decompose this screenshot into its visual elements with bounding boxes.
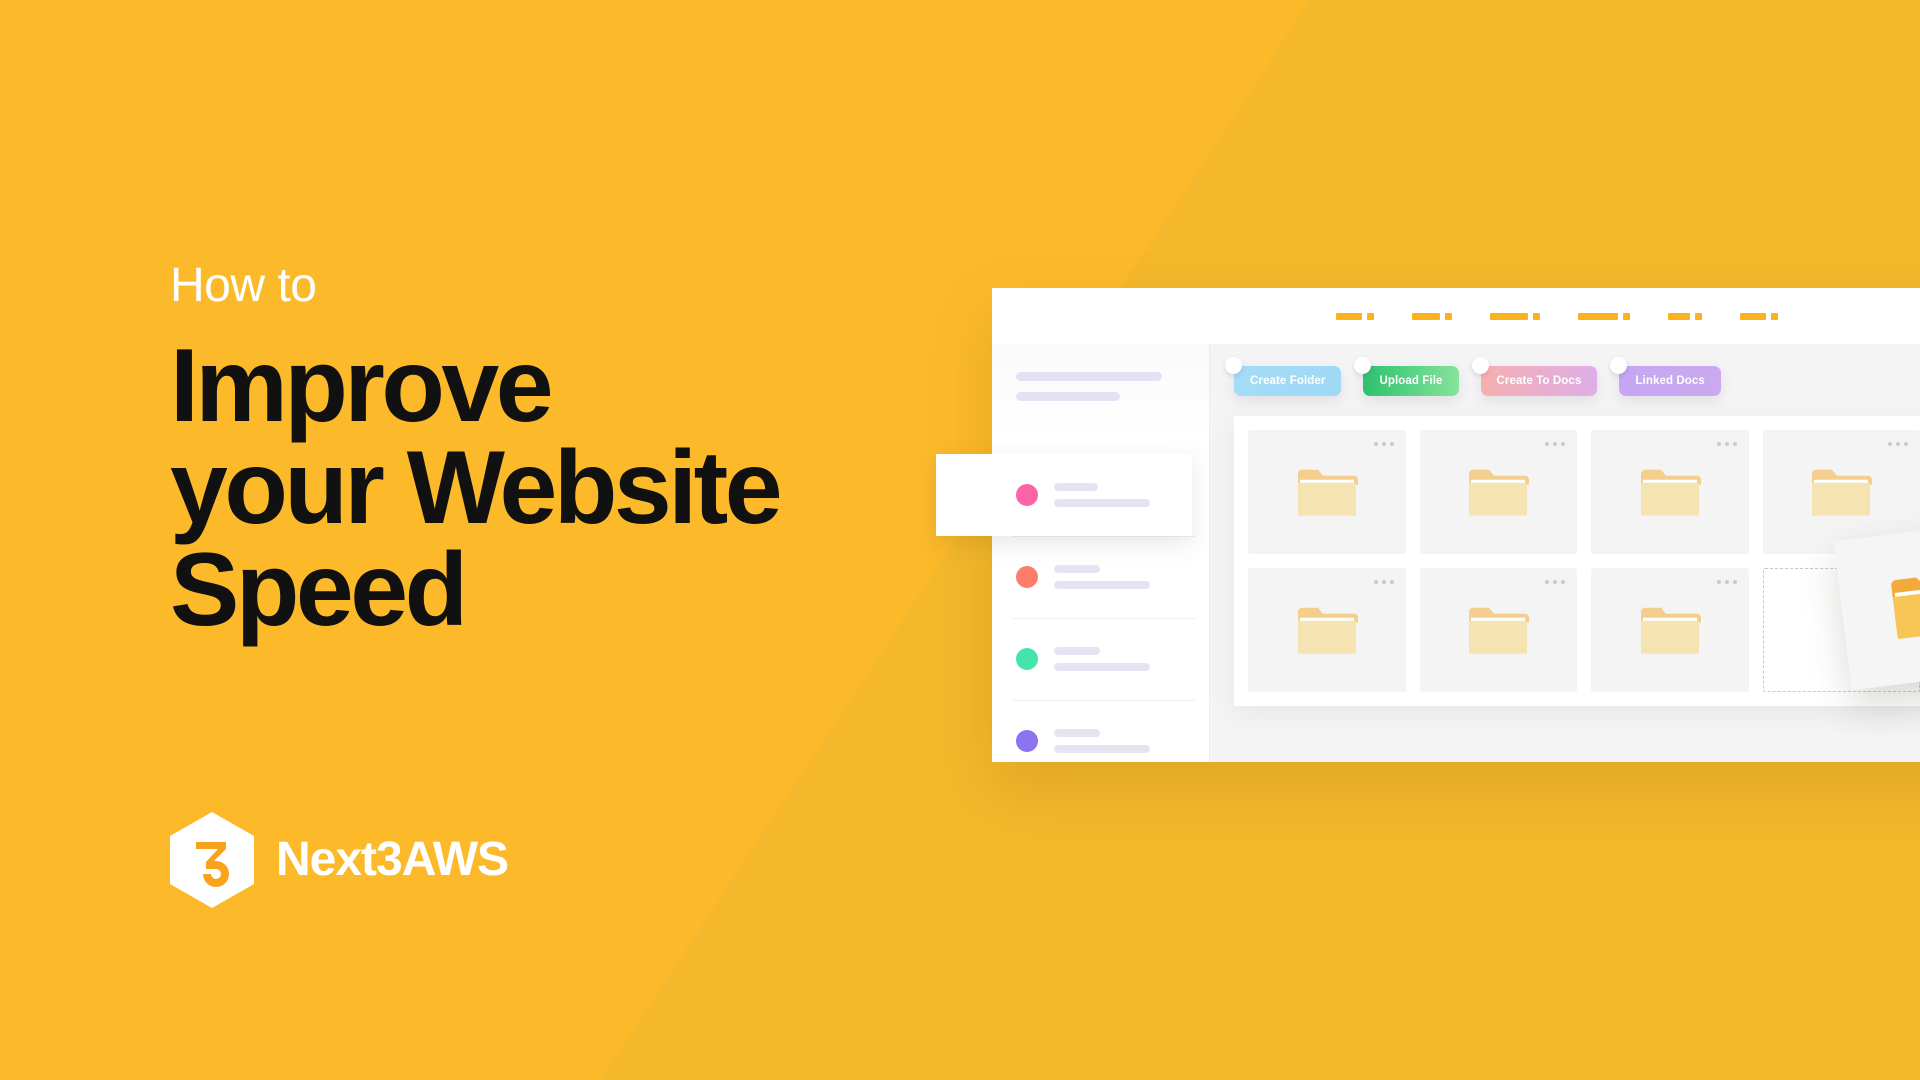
dashboard-topbar — [992, 288, 1920, 344]
nav-bar-icon — [1740, 312, 1766, 320]
sidebar-item-3[interactable] — [992, 618, 1210, 700]
more-options-icon[interactable] — [1373, 442, 1394, 446]
sidebar-item-placeholder — [1054, 483, 1150, 507]
nav-bar-icon — [1490, 312, 1528, 320]
linked-docs-label: Linked Docs — [1635, 375, 1705, 387]
placeholder-bar — [1054, 581, 1150, 589]
headline-line-3: Speed — [170, 531, 468, 648]
nav-bar-icon — [1668, 312, 1690, 320]
placeholder-bar — [1054, 663, 1150, 671]
sidebar-item-placeholder — [1054, 565, 1150, 589]
folder-grid — [1234, 416, 1920, 706]
status-dot-icon — [1016, 730, 1038, 752]
nav-placeholder-2[interactable] — [1412, 312, 1452, 320]
hexagon-logo-icon — [170, 812, 254, 908]
folder-card[interactable] — [1591, 430, 1749, 554]
folder-icon — [1467, 604, 1530, 661]
more-options-icon[interactable] — [1716, 442, 1737, 446]
brand-logo: Next3AWS — [170, 812, 509, 908]
placeholder-bar — [1054, 565, 1100, 573]
hero-kicker: How to — [170, 259, 317, 312]
poster-canvas: How to Improve your Website Speed Next3A… — [0, 0, 1920, 1080]
button-knob-icon — [1225, 357, 1242, 374]
folder-card[interactable] — [1419, 568, 1577, 692]
nav-placeholder-5[interactable] — [1668, 312, 1702, 320]
nav-bar-icon — [1578, 312, 1618, 320]
status-dot-icon — [1016, 566, 1038, 588]
folder-card[interactable] — [1248, 568, 1406, 692]
folder-icon — [1296, 604, 1358, 661]
placeholder-bar — [1054, 745, 1150, 753]
nav-bar-icon — [1336, 312, 1362, 320]
sidebar-item-placeholder — [1054, 729, 1150, 753]
headline-line-2: your Website — [170, 429, 783, 546]
more-options-icon[interactable] — [1373, 580, 1394, 584]
create-to-docs-label: Create To Docs — [1496, 375, 1582, 387]
more-options-icon[interactable] — [1716, 580, 1737, 584]
topbar-nav — [1336, 312, 1778, 320]
nav-placeholder-4[interactable] — [1578, 312, 1630, 320]
sidebar-item-placeholder — [1054, 647, 1150, 671]
folder-icon — [1639, 604, 1701, 661]
nav-caret-icon — [1367, 312, 1374, 320]
nav-caret-icon — [1771, 312, 1778, 320]
folder-icon — [1296, 466, 1358, 523]
nav-placeholder-6[interactable] — [1740, 312, 1778, 320]
button-knob-icon — [1471, 357, 1489, 374]
folder-icon — [1639, 466, 1701, 523]
nav-placeholder-1[interactable] — [1336, 312, 1374, 320]
brand-name: Next3AWS — [276, 833, 509, 886]
sidebar-item-2[interactable] — [992, 536, 1210, 618]
upload-file-label: Upload File — [1379, 375, 1443, 387]
create-to-docs-button[interactable]: Create To Docs — [1471, 357, 1598, 396]
sidebar-item-4[interactable] — [992, 700, 1210, 782]
action-button-row: Create Folder Upload File Create To Docs… — [1210, 344, 1920, 396]
nav-caret-icon — [1695, 312, 1702, 320]
placeholder-bar — [1054, 499, 1150, 507]
folder-card[interactable] — [1591, 568, 1749, 692]
headline-line-1: Improve — [170, 328, 554, 444]
more-options-icon[interactable] — [1888, 442, 1908, 446]
button-knob-icon — [1354, 357, 1372, 374]
folder-card[interactable] — [1419, 430, 1577, 554]
status-dot-icon — [1016, 648, 1038, 670]
create-folder-button[interactable]: Create Folder — [1225, 357, 1342, 396]
nav-caret-icon — [1533, 312, 1540, 320]
create-folder-label: Create Folder — [1250, 375, 1326, 387]
more-options-icon[interactable] — [1545, 580, 1565, 584]
page-title: Improve your Website Speed — [170, 328, 960, 648]
nav-caret-icon — [1445, 312, 1452, 320]
nav-bar-icon — [1412, 312, 1440, 320]
folder-icon — [1810, 466, 1873, 523]
nav-placeholder-3[interactable] — [1490, 312, 1540, 320]
status-dot-icon — [1016, 484, 1038, 506]
folder-icon — [1467, 466, 1530, 523]
placeholder-bar — [1054, 647, 1100, 655]
dashboard-sidebar — [936, 344, 1210, 762]
upload-file-button[interactable]: Upload File — [1354, 357, 1459, 396]
dashboard-window-mockup: Create Folder Upload File Create To Docs… — [936, 288, 1920, 762]
sidebar-header-placeholder — [992, 344, 1209, 401]
folder-card[interactable] — [1248, 430, 1406, 554]
button-knob-icon — [1610, 357, 1628, 374]
placeholder-bar — [1016, 372, 1162, 381]
more-options-icon[interactable] — [1545, 442, 1565, 446]
placeholder-bar — [1016, 392, 1120, 401]
sidebar-item-1[interactable] — [936, 454, 1192, 536]
hero-text-block: How to Improve your Website Speed — [170, 262, 960, 642]
placeholder-bar — [1054, 729, 1100, 737]
dashboard-content: Create Folder Upload File Create To Docs… — [1210, 344, 1920, 762]
sidebar-list — [936, 454, 1210, 782]
placeholder-bar — [1054, 483, 1098, 491]
nav-caret-icon — [1623, 312, 1630, 320]
folder-icon — [1887, 566, 1920, 648]
linked-docs-button[interactable]: Linked Docs — [1610, 357, 1721, 396]
